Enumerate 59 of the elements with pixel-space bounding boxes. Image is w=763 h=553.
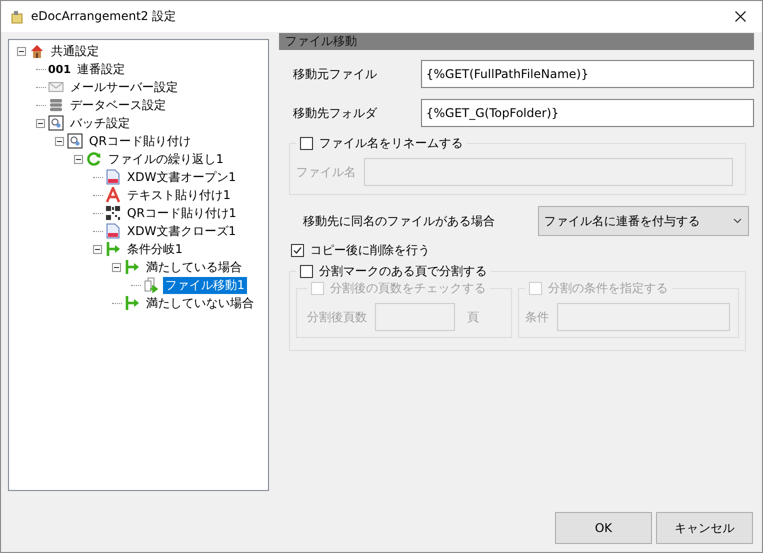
field-label: 移動先に同名のファイルがある場合 (303, 212, 496, 230)
unit-label: 頁 (467, 308, 479, 326)
document-icon (105, 169, 121, 185)
collapse-toggle[interactable] (74, 154, 83, 164)
checkbox-label: ファイル名をリネームする (319, 135, 463, 152)
checkbox[interactable] (300, 137, 313, 150)
field-label: 分割後頁数 (307, 308, 367, 326)
checkbox[interactable] (291, 244, 304, 257)
field-label: 移動先フォルダ (293, 104, 378, 122)
letter-a-icon (105, 187, 121, 203)
checkbox-label: コピー後に削除を行う (310, 242, 430, 259)
branch-arrow-icon (124, 295, 140, 311)
tree-item[interactable]: XDW文書オープン1 (125, 168, 238, 186)
tree-item[interactable]: メールサーバー設定 (68, 78, 180, 96)
checkbox[interactable] (300, 265, 313, 278)
tree-item[interactable]: 連番設定 (74, 60, 127, 78)
database-icon (48, 97, 64, 113)
collapse-toggle[interactable] (93, 244, 102, 254)
collapse-toggle[interactable] (112, 262, 121, 272)
field-label: 条件 (525, 308, 549, 326)
checkbox-label: 分割の条件を指定する (548, 280, 668, 297)
checkbox-label: 分割マークのある頁で分割する (319, 263, 487, 280)
document-icon (105, 223, 121, 239)
tree-item[interactable]: ファイル移動1 (163, 276, 247, 294)
collapse-toggle[interactable] (36, 118, 45, 128)
tree-item[interactable]: XDW文書クローズ1 (125, 222, 238, 240)
collapse-toggle[interactable] (17, 46, 26, 56)
loop-arrow-icon (86, 151, 102, 167)
envelope-icon (48, 79, 64, 95)
tree-item[interactable]: 満たしている場合 (144, 258, 244, 276)
qr-code-icon (105, 205, 121, 221)
tree-item[interactable]: 条件分岐1 (125, 240, 185, 258)
ok-button[interactable]: OK (555, 512, 652, 544)
input-field[interactable]: {%GET_G(TopFolder)} (421, 99, 754, 127)
branch-arrow-icon (124, 259, 140, 275)
close-icon[interactable] (735, 11, 746, 22)
cancel-button[interactable]: キャンセル (656, 512, 753, 544)
file-move-icon (143, 277, 159, 293)
collapse-toggle[interactable] (55, 136, 64, 146)
tree-item[interactable]: 共通設定 (49, 42, 101, 60)
field-label: 移動元ファイル (293, 66, 378, 82)
tree-item[interactable]: ファイルの繰り返し1 (106, 150, 226, 168)
checkbox-label: 分割後の頁数をチェックする (330, 280, 486, 297)
field-label: ファイル名 (296, 164, 356, 180)
window-title: eDocArrangement2 設定 (31, 8, 178, 25)
tree-item[interactable]: データベース設定 (68, 96, 168, 114)
folder-icon (11, 10, 23, 24)
dropdown[interactable]: ファイル名に連番を付与する (538, 206, 749, 236)
tree-item[interactable]: テキスト貼り付け1 (125, 186, 233, 204)
counter-icon: 001 (48, 62, 71, 76)
chevron-down-icon (733, 218, 742, 224)
tree-item[interactable]: QRコード貼り付け1 (125, 204, 238, 222)
tree-item[interactable]: QRコード貼り付け (87, 132, 193, 150)
section-header: ファイル移動 (279, 33, 754, 50)
house-icon (29, 43, 45, 59)
tree-item[interactable]: 満たしていない場合 (144, 294, 256, 312)
input-field[interactable]: {%GET(FullPathFileName)} (421, 60, 754, 88)
branch-arrow-icon (105, 241, 121, 257)
tree-item[interactable]: バッチ設定 (68, 114, 132, 132)
